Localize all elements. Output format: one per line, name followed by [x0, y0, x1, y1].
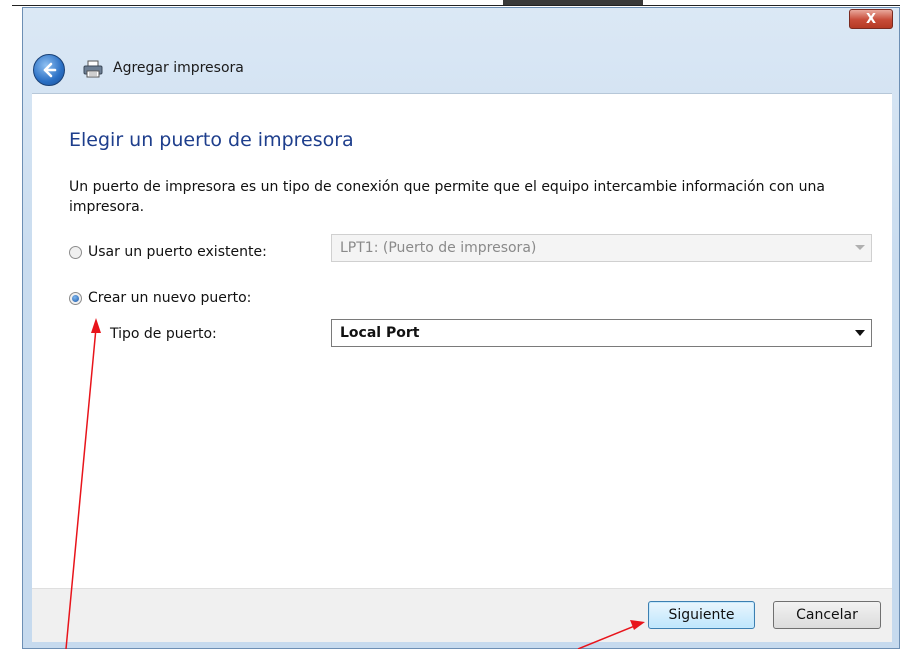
wizard-content: Elegir un puerto de impresora Un puerto … [32, 93, 892, 589]
existing-port-option[interactable]: Usar un puerto existente: [69, 244, 267, 260]
back-button[interactable] [33, 54, 65, 86]
new-port-label: Crear un nuevo puerto: [88, 290, 252, 306]
chevron-down-icon [855, 330, 865, 336]
port-type-select[interactable]: Local Port [331, 319, 872, 347]
existing-port-radio[interactable] [69, 245, 82, 259]
page-title: Elegir un puerto de impresora [69, 129, 354, 151]
page-description: Un puerto de impresora es un tipo de con… [69, 179, 825, 215]
cancel-button[interactable]: Cancelar [773, 601, 881, 629]
new-port-option[interactable]: Crear un nuevo puerto: [69, 290, 251, 306]
port-type-label: Tipo de puerto: [110, 326, 217, 342]
button-bar: Siguiente Cancelar [32, 588, 892, 642]
port-type-value: Local Port [340, 325, 420, 341]
add-printer-window: X Agregar impresora Elegir un puerto de … [22, 7, 900, 649]
title-nav-row: Agregar impresora [23, 46, 899, 94]
close-icon: X [865, 11, 877, 27]
next-button[interactable]: Siguiente [648, 601, 755, 629]
back-arrow-icon [43, 62, 57, 78]
top-edge-line [12, 5, 900, 6]
new-port-radio[interactable] [69, 291, 82, 305]
printer-icon [83, 60, 103, 78]
existing-port-select: LPT1: (Puerto de impresora) [331, 234, 872, 262]
window-title: Agregar impresora [113, 60, 244, 76]
close-button[interactable]: X [849, 9, 893, 29]
chevron-down-icon [855, 245, 865, 250]
existing-port-label: Usar un puerto existente: [88, 244, 267, 260]
existing-port-value: LPT1: (Puerto de impresora) [340, 240, 537, 256]
